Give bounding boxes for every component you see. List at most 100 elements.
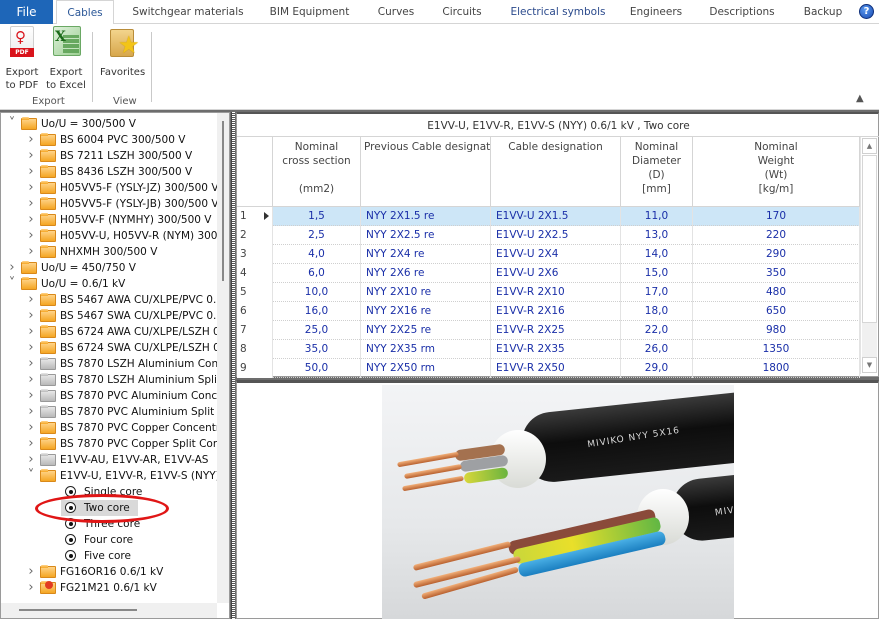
cell-cross[interactable]: 35,0	[273, 340, 361, 359]
cell-wt[interactable]: 650	[693, 302, 860, 321]
chevron-right-icon[interactable]: ›	[26, 580, 36, 596]
cell-wt[interactable]: 1350	[693, 340, 860, 359]
cell-cross[interactable]: 6,0	[273, 264, 361, 283]
cell-prev[interactable]: NYY 2X35 rm	[361, 340, 491, 359]
cell-des[interactable]: E1VV-R 2X35	[491, 340, 621, 359]
tree-folder-item[interactable]: › BS 7870 PVC Copper Split Concentric	[1, 436, 217, 452]
cell-wt[interactable]: 480	[693, 283, 860, 302]
cell-des[interactable]: E1VV-U 2X1.5	[491, 207, 621, 226]
cell-prev[interactable]: NYY 2X1.5 re	[361, 207, 491, 226]
header-nominal-cross-section[interactable]: Nominal cross section (mm2)	[273, 137, 361, 207]
header-nominal-weight[interactable]: Nominal Weight (Wt) [kg/m]	[693, 137, 860, 207]
grid-vertical-scrollbar[interactable]: ▲ ▼	[860, 137, 877, 374]
chevron-right-icon[interactable]: ›	[26, 148, 36, 164]
tree-folder-item[interactable]: ˅ E1VV-U, E1VV-R, E1VV-S (NYY)	[1, 468, 217, 484]
cell-cross[interactable]: 10,0	[273, 283, 361, 302]
tree-folder-item[interactable]: › H05VV5-F (YSLY-JZ) 300/500 V	[1, 180, 217, 196]
cell-des[interactable]: E1VV-R 2X25	[491, 321, 621, 340]
tree-folder-item[interactable]: › BS 7211 LSZH 300/500 V	[1, 148, 217, 164]
tree-folder-item[interactable]: › BS 6004 PVC 300/500 V	[1, 132, 217, 148]
chevron-right-icon[interactable]: ›	[26, 564, 36, 580]
tab-bim-equipment[interactable]: BIM Equipment	[262, 0, 357, 24]
tree-folder-item[interactable]: › BS 7870 LSZH Aluminium Split	[1, 372, 217, 388]
tree-folder-item[interactable]: › NHXMH 300/500 V	[1, 244, 217, 260]
tree-folder-item[interactable]: › BS 7870 PVC Copper Concentric	[1, 420, 217, 436]
cell-dia[interactable]: 29,0	[621, 359, 693, 378]
help-icon[interactable]: ?	[859, 4, 874, 19]
chevron-right-icon[interactable]: ›	[26, 132, 36, 148]
chevron-right-icon[interactable]: ›	[26, 388, 36, 404]
tree-folder-item[interactable]: › BS 6724 AWA CU/XLPE/LSZH 0.6/1 kV	[1, 324, 217, 340]
chevron-right-icon[interactable]: ›	[26, 452, 36, 468]
cell-des[interactable]: E1VV-U 2X6	[491, 264, 621, 283]
cell-cross[interactable]: 1,5	[273, 207, 361, 226]
tree-folder-item[interactable]: › BS 7870 LSZH Aluminium Concentric	[1, 356, 217, 372]
tree-folder-item[interactable]: › H05VV-F (NYMHY) 300/500 V	[1, 212, 217, 228]
table-row[interactable]: 9 50,0 NYY 2X50 rm E1VV-R 2X50 29,0 1800	[237, 359, 860, 378]
cell-dia[interactable]: 17,0	[621, 283, 693, 302]
cell-dia[interactable]: 26,0	[621, 340, 693, 359]
table-row[interactable]: 6 16,0 NYY 2X16 re E1VV-R 2X16 18,0 650	[237, 302, 860, 321]
cell-wt[interactable]: 170	[693, 207, 860, 226]
chevron-right-icon[interactable]: ›	[26, 404, 36, 420]
cell-prev[interactable]: NYY 2X2.5 re	[361, 226, 491, 245]
scroll-thumb[interactable]	[862, 155, 877, 323]
cell-des[interactable]: E1VV-R 2X50	[491, 359, 621, 378]
favorites-button[interactable]: ★ Favorites	[100, 26, 145, 79]
chevron-right-icon[interactable]: ›	[26, 196, 36, 212]
cell-prev[interactable]: NYY 2X4 re	[361, 245, 491, 264]
export-to-excel-button[interactable]: X Export to Excel	[46, 26, 86, 92]
cell-prev[interactable]: NYY 2X10 re	[361, 283, 491, 302]
table-row[interactable]: 4 6,0 NYY 2X6 re E1VV-U 2X6 15,0 350	[237, 264, 860, 283]
header-previous-cable-designation[interactable]: Previous Cable designatio	[361, 137, 491, 207]
radio-icon[interactable]	[65, 550, 76, 561]
cell-wt[interactable]: 1800	[693, 359, 860, 378]
table-row[interactable]: 7 25,0 NYY 2X25 re E1VV-R 2X25 22,0 980	[237, 321, 860, 340]
tree-folder-item[interactable]: › BS 8436 LSZH 300/500 V	[1, 164, 217, 180]
chevron-down-icon[interactable]: ˅	[7, 276, 17, 292]
tab-switchgear-materials[interactable]: Switchgear materials	[128, 0, 248, 24]
tab-backup[interactable]: Backup	[798, 0, 848, 24]
cell-des[interactable]: E1VV-U 2X4	[491, 245, 621, 264]
cell-dia[interactable]: 11,0	[621, 207, 693, 226]
chevron-down-icon[interactable]: ˅	[26, 468, 36, 484]
tree-horizontal-scrollbar[interactable]	[1, 603, 217, 618]
tab-file[interactable]: File	[0, 0, 53, 24]
header-nominal-diameter[interactable]: Nominal Diameter (D) [mm]	[621, 137, 693, 207]
table-row[interactable]: 2 2,5 NYY 2X2.5 re E1VV-U 2X2.5 13,0 220	[237, 226, 860, 245]
cell-dia[interactable]: 15,0	[621, 264, 693, 283]
tree-folder-item[interactable]: › H05VV5-F (YSLY-JB) 300/500 V	[1, 196, 217, 212]
cell-dia[interactable]: 22,0	[621, 321, 693, 340]
scroll-thumb[interactable]	[222, 121, 224, 281]
cell-prev[interactable]: NYY 2X16 re	[361, 302, 491, 321]
chevron-right-icon[interactable]: ›	[26, 372, 36, 388]
cell-wt[interactable]: 290	[693, 245, 860, 264]
cell-prev[interactable]: NYY 2X50 rm	[361, 359, 491, 378]
cell-cross[interactable]: 25,0	[273, 321, 361, 340]
tree-folder-item[interactable]: › BS 7870 PVC Aluminium Concentric	[1, 388, 217, 404]
tree-folder-item[interactable]: › BS 5467 SWA CU/XLPE/PVC 0.6/1 kV	[1, 308, 217, 324]
chevron-down-icon[interactable]: ˅	[7, 116, 17, 132]
chevron-right-icon[interactable]: ›	[26, 164, 36, 180]
chevron-right-icon[interactable]: ›	[26, 212, 36, 228]
cell-cross[interactable]: 16,0	[273, 302, 361, 321]
tab-engineers[interactable]: Engineers	[626, 0, 686, 24]
tree-folder-item[interactable]: › BS 5467 AWA CU/XLPE/PVC 0.6/1 kV	[1, 292, 217, 308]
cell-wt[interactable]: 350	[693, 264, 860, 283]
cell-dia[interactable]: 14,0	[621, 245, 693, 264]
chevron-right-icon[interactable]: ›	[26, 420, 36, 436]
cell-des[interactable]: E1VV-R 2X16	[491, 302, 621, 321]
cell-wt[interactable]: 980	[693, 321, 860, 340]
cell-cross[interactable]: 4,0	[273, 245, 361, 264]
radio-icon[interactable]	[65, 534, 76, 545]
chevron-right-icon[interactable]: ›	[26, 356, 36, 372]
scroll-thumb[interactable]	[19, 609, 137, 611]
scroll-down-button[interactable]: ▼	[862, 357, 877, 373]
cell-dia[interactable]: 13,0	[621, 226, 693, 245]
cell-dia[interactable]: 18,0	[621, 302, 693, 321]
export-to-pdf-button[interactable]: ♀ PDF Export to PDF	[4, 26, 40, 92]
vertical-splitter[interactable]	[231, 112, 235, 619]
chevron-right-icon[interactable]: ›	[26, 324, 36, 340]
chevron-right-icon[interactable]: ›	[26, 228, 36, 244]
cell-cross[interactable]: 50,0	[273, 359, 361, 378]
